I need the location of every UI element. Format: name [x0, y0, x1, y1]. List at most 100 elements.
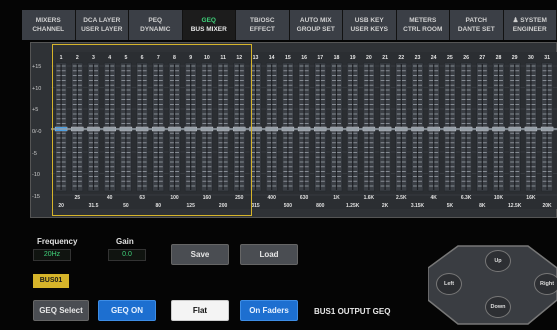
tab-line1: TB/OSC: [249, 17, 275, 24]
on-faders-button[interactable]: On Faders: [240, 300, 298, 321]
geq-select-button[interactable]: GEQ Select: [33, 300, 89, 321]
freq-label: 20K: [543, 203, 553, 209]
gain-label: Gain: [116, 237, 134, 246]
tab-line2: DYNAMIC: [140, 26, 171, 33]
tab-8[interactable]: PATCH DANTE SET: [450, 10, 504, 40]
tab-3[interactable]: GEQ BUS MIXER: [182, 10, 236, 40]
band-number: 23: [415, 55, 421, 61]
band-number: 9: [189, 55, 192, 61]
band-number: 6: [141, 55, 144, 61]
band-number: 30: [528, 55, 534, 61]
tab-line2: USER LAYER: [81, 26, 123, 33]
band-number: 28: [496, 55, 502, 61]
flat-button[interactable]: Flat: [171, 300, 229, 321]
freq-label: 25: [75, 195, 81, 201]
freq-label: 1K: [333, 195, 340, 201]
tab-line1: METERS: [409, 17, 437, 24]
tab-2[interactable]: PEQ DYNAMIC: [129, 10, 183, 40]
tab-line1: AUTO MIX: [299, 17, 332, 24]
tab-6[interactable]: USB KEY USER KEYS: [343, 10, 397, 40]
geq-on-button[interactable]: GEQ ON: [98, 300, 156, 321]
nav-down-button[interactable]: Down: [485, 296, 511, 318]
tab-line2: GROUP SET: [296, 26, 335, 33]
freq-label: 1.6K: [364, 195, 375, 201]
band-number: 10: [204, 55, 210, 61]
freq-label: 800: [316, 203, 325, 209]
band-number: 11: [220, 55, 226, 61]
freq-label: 10K: [494, 195, 504, 201]
tab-line1: PATCH: [465, 17, 487, 24]
freq-label: 2K: [382, 203, 389, 209]
band-number: 14: [269, 55, 275, 61]
band-number: 2: [76, 55, 79, 61]
tab-line1: USB KEY: [354, 17, 384, 24]
freq-label: 3.15K: [411, 203, 425, 209]
tab-line1: PEQ: [148, 17, 163, 24]
tab-line1: ♟ SYSTEM: [512, 17, 547, 24]
band-number: 4: [108, 55, 111, 61]
db-label: 0/-0: [32, 129, 42, 135]
load-button[interactable]: Load: [240, 244, 298, 265]
freq-label: 6.3K: [461, 195, 472, 201]
frequency-value[interactable]: 20Hz: [33, 249, 71, 261]
band-number: 27: [479, 55, 485, 61]
freq-label: 250: [235, 195, 244, 201]
nav-right-button[interactable]: Right: [534, 273, 557, 295]
band-number: 5: [124, 55, 127, 61]
output-geq-label: BUS1 OUTPUT GEQ: [314, 307, 391, 316]
tab-line1: MIXERS: [35, 17, 61, 24]
db-label: +15: [32, 64, 42, 70]
freq-label: 500: [284, 203, 293, 209]
tab-line2: USER KEYS: [350, 26, 389, 33]
tab-line2: BUS MIXER: [190, 26, 227, 33]
band-number: 18: [334, 55, 340, 61]
tab-line2: CHANNEL: [32, 26, 65, 33]
tab-9[interactable]: ♟ SYSTEM ENGINEER: [503, 10, 557, 40]
band-number: 1: [60, 55, 63, 61]
freq-label: 400: [268, 195, 277, 201]
db-label: +10: [32, 85, 42, 92]
band-number: 31: [544, 55, 550, 61]
freq-label: 31.5: [89, 203, 99, 209]
band-number: 13: [253, 55, 259, 61]
bus-badge[interactable]: BUS01: [33, 274, 69, 288]
tab-7[interactable]: METERS CTRL ROOM: [396, 10, 450, 40]
nav-up-button[interactable]: Up: [485, 250, 511, 272]
band-number: 16: [301, 55, 307, 61]
freq-label: 40: [107, 195, 113, 201]
freq-label: 12.5K: [508, 203, 522, 209]
freq-label: 160: [203, 195, 212, 201]
band-number: 19: [350, 55, 356, 61]
band-number: 25: [447, 55, 453, 61]
db-label: -5: [32, 150, 37, 157]
band-number: 3: [92, 55, 95, 61]
freq-label: 63: [139, 195, 145, 201]
tab-line2: ENGINEER: [512, 26, 547, 33]
band-number: 26: [463, 55, 469, 61]
freq-label: 4K: [430, 195, 437, 201]
db-label: -10: [32, 172, 40, 179]
tab-1[interactable]: DCA LAYER USER LAYER: [75, 10, 129, 40]
save-button[interactable]: Save: [171, 244, 229, 265]
top-tab-bar: MIXERS CHANNEL DCA LAYER USER LAYER PEQ DYNAM…: [22, 10, 557, 40]
db-label: -15: [32, 194, 40, 200]
tab-4[interactable]: TB/OSC EFFECT: [236, 10, 290, 40]
freq-label: 80: [156, 203, 162, 209]
tab-5[interactable]: AUTO MIX GROUP SET: [289, 10, 343, 40]
band-number: 24: [431, 55, 437, 61]
nav-left-button[interactable]: Left: [436, 273, 462, 295]
band-number: 21: [382, 55, 388, 61]
tab-0[interactable]: MIXERS CHANNEL: [22, 10, 76, 40]
band-number: 29: [512, 55, 518, 61]
band-number: 7: [157, 55, 160, 61]
tab-line1: DCA LAYER: [83, 17, 121, 24]
freq-label: 2.5K: [396, 195, 407, 201]
freq-label: 315: [251, 203, 260, 209]
band-number: 15: [285, 55, 291, 61]
gain-value[interactable]: 0.0: [108, 249, 146, 261]
band-number: 20: [366, 55, 372, 61]
freq-label: 50: [123, 203, 129, 209]
freq-label: 5K: [447, 203, 454, 209]
freq-label: 200: [219, 203, 228, 209]
band-number: 17: [317, 55, 323, 61]
